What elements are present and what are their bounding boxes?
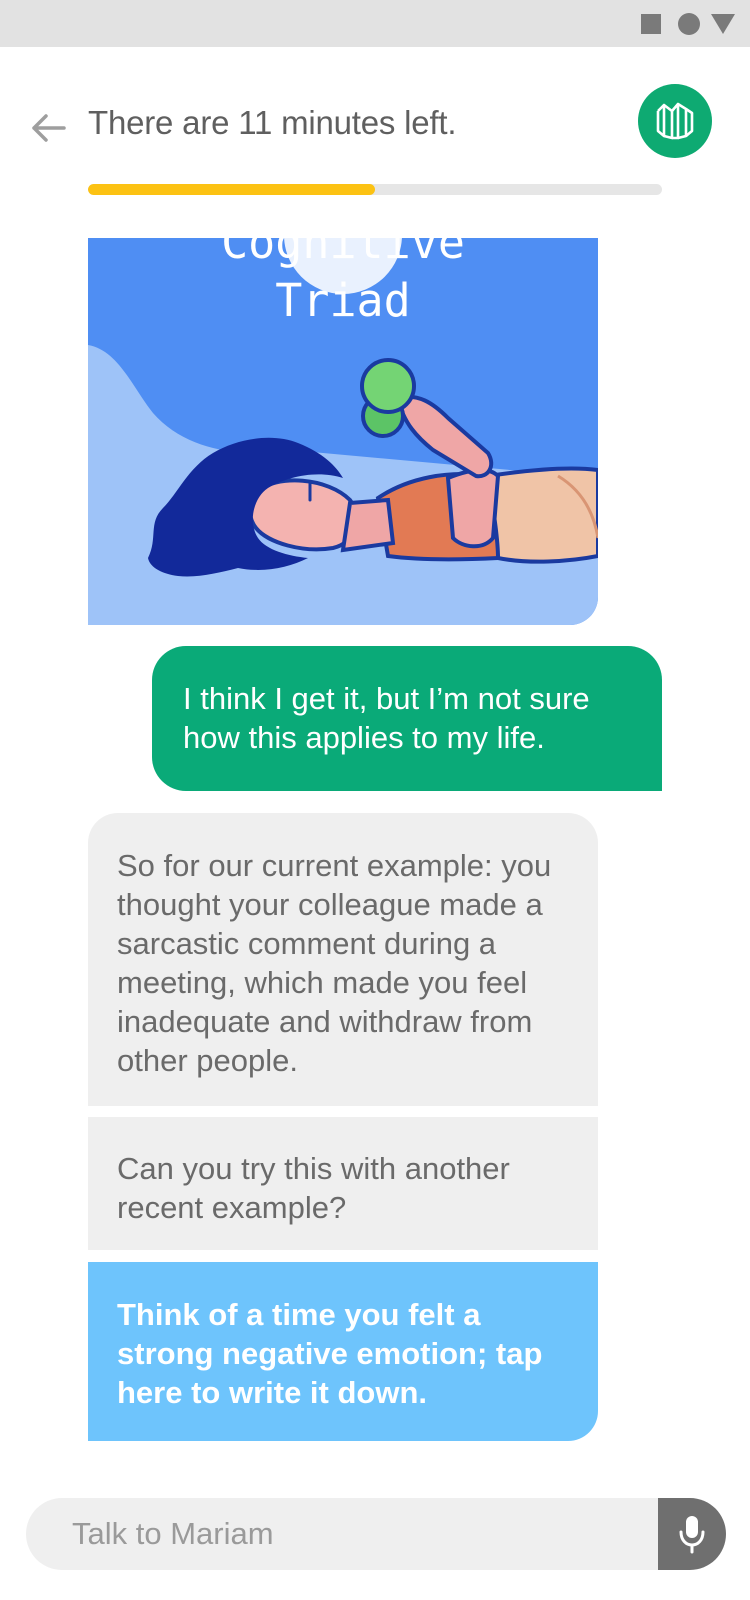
video-title: Cognitive Triad <box>88 238 598 330</box>
microphone-icon <box>679 1516 705 1554</box>
arrow-left-icon <box>32 114 66 142</box>
video-title-line-1: Cognitive <box>221 238 465 269</box>
brain-logo-icon <box>656 102 694 140</box>
circle-icon <box>678 13 700 35</box>
page-title: There are 11 minutes left. <box>88 104 457 141</box>
chat-screen: There are 11 minutes left. Cognitive Tri… <box>0 0 750 1600</box>
write-it-down-action-bubble[interactable]: Think of a time you felt a strong negati… <box>88 1262 598 1441</box>
square-icon <box>641 14 661 34</box>
video-card[interactable]: Cognitive Triad <box>88 238 598 625</box>
video-title-line-2: Triad <box>275 274 411 327</box>
progress-fill <box>88 184 375 195</box>
triangle-icon <box>711 14 735 34</box>
back-button[interactable] <box>28 108 68 148</box>
bot-message-bubble: So for our current example: you thought … <box>88 813 598 1106</box>
user-message-bubble: I think I get it, but I’m not sure how t… <box>152 646 662 791</box>
mic-button[interactable] <box>658 1498 726 1570</box>
avatar[interactable] <box>638 84 712 158</box>
bot-message-bubble: Can you try this with another recent exa… <box>88 1117 598 1250</box>
message-input[interactable] <box>26 1498 660 1570</box>
message-composer <box>26 1498 726 1570</box>
status-bar <box>0 0 750 47</box>
progress-bar <box>88 184 662 195</box>
